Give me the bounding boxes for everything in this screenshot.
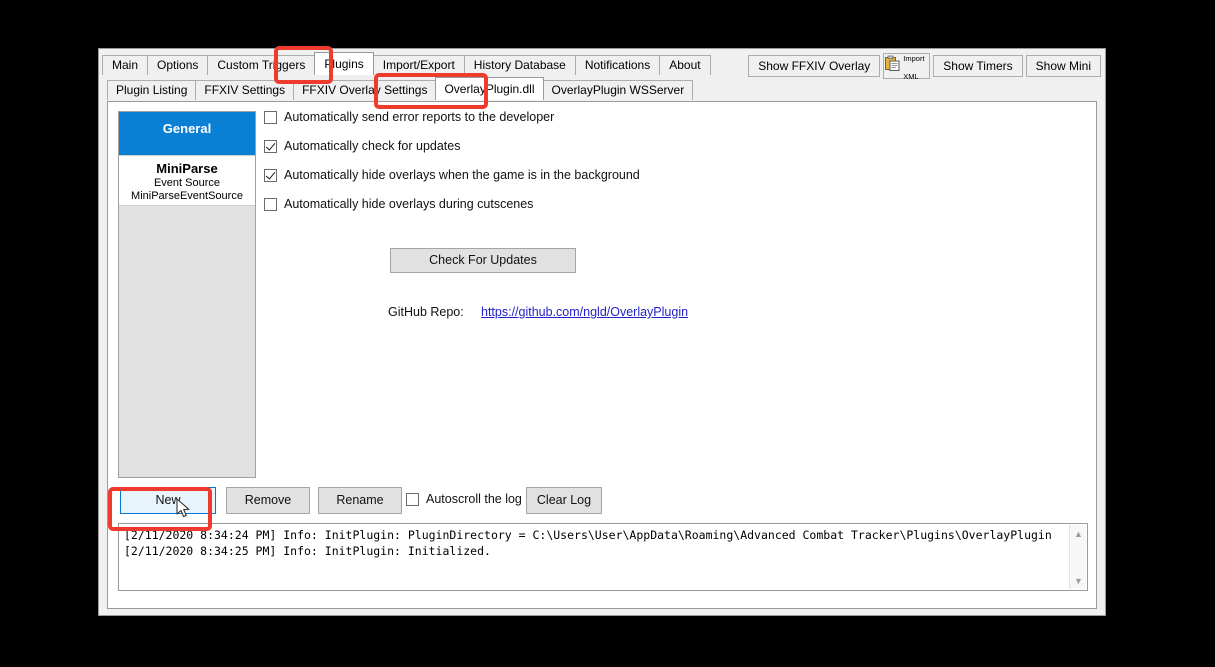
tab-notifications[interactable]: Notifications <box>574 55 661 75</box>
top-toolbar: Show FFXIV Overlay Import XML Show Timer… <box>748 53 1101 81</box>
tab-options[interactable]: Options <box>147 55 209 75</box>
import-xml-label: Import XML <box>903 48 929 84</box>
autoscroll-label: Autoscroll the log <box>426 492 522 506</box>
application-window: Main Options Custom Triggers Plugins Imp… <box>98 48 1106 616</box>
checkbox-autoscroll-log[interactable] <box>406 492 419 506</box>
subtab-overlayplugin-wsserver[interactable]: OverlayPlugin WSServer <box>542 80 694 100</box>
subtab-ffxiv-overlay-settings[interactable]: FFXIV Overlay Settings <box>293 80 437 100</box>
list-item-subtitle: Event Source <box>153 177 221 189</box>
list-item-title: MiniParse <box>156 161 218 176</box>
list-item-general[interactable]: General <box>119 112 255 156</box>
import-xml-label-line1: Import <box>903 54 925 63</box>
tab-history-database[interactable]: History Database <box>463 55 576 75</box>
checkbox-error-reports[interactable] <box>264 110 277 124</box>
import-xml-button[interactable]: Import XML <box>883 53 931 81</box>
check-for-updates-button[interactable]: Check For Updates <box>390 248 576 273</box>
subtab-overlayplugin-dll[interactable]: OverlayPlugin.dll <box>435 77 544 100</box>
setting-label: Automatically check for updates <box>284 139 461 153</box>
show-ffxiv-overlay-button[interactable]: Show FFXIV Overlay <box>748 55 881 77</box>
screen-root: Main Options Custom Triggers Plugins Imp… <box>0 0 1215 667</box>
autoscroll-row[interactable]: Autoscroll the log <box>406 492 522 506</box>
show-mini-button[interactable]: Show Mini <box>1025 55 1101 77</box>
setting-label: Automatically hide overlays during cutsc… <box>284 197 534 211</box>
checkbox-check-updates[interactable] <box>264 139 277 153</box>
plugin-subtabstrip: Plugin Listing FFXIV Settings FFXIV Over… <box>107 77 694 100</box>
setting-label: Automatically hide overlays when the gam… <box>284 168 640 182</box>
setting-error-reports[interactable]: Automatically send error reports to the … <box>264 108 1084 126</box>
general-settings-panel: Automatically send error reports to the … <box>264 108 1084 319</box>
tab-about[interactable]: About <box>659 55 711 75</box>
rename-button[interactable]: Rename <box>318 487 402 514</box>
setting-hide-overlays-background[interactable]: Automatically hide overlays when the gam… <box>264 166 1084 184</box>
log-line: [2/11/2020 8:34:25 PM] Info: InitPlugin:… <box>124 544 491 558</box>
checkbox-hide-overlays-cutscenes[interactable] <box>264 197 277 211</box>
log-output-box[interactable]: [2/11/2020 8:34:24 PM] Info: InitPlugin:… <box>118 523 1088 591</box>
setting-hide-overlays-cutscenes[interactable]: Automatically hide overlays during cutsc… <box>264 195 1084 213</box>
tab-import-export[interactable]: Import/Export <box>372 55 465 75</box>
plugin-instance-list[interactable]: General MiniParse Event Source MiniParse… <box>118 111 256 478</box>
list-item-miniparse[interactable]: MiniParse Event Source MiniParseEventSou… <box>119 156 255 206</box>
tab-plugins[interactable]: Plugins <box>314 52 374 75</box>
github-repo-row: GitHub Repo: https://github.com/ngld/Ove… <box>388 305 688 319</box>
checkbox-hide-overlays-background[interactable] <box>264 168 277 182</box>
setting-check-updates[interactable]: Automatically check for updates <box>264 137 1084 155</box>
tab-main[interactable]: Main <box>102 55 149 75</box>
scroll-down-icon[interactable]: ▼ <box>1070 572 1087 589</box>
remove-button[interactable]: Remove <box>226 487 310 514</box>
clear-log-button[interactable]: Clear Log <box>526 487 602 514</box>
show-timers-button[interactable]: Show Timers <box>933 55 1023 77</box>
new-button[interactable]: New <box>120 487 216 514</box>
plugin-actions-bar: New Remove Rename Autoscroll the log Cle… <box>118 487 1078 515</box>
list-item-title: General <box>162 121 212 136</box>
github-repo-link[interactable]: https://github.com/ngld/OverlayPlugin <box>481 305 688 319</box>
main-tab-list: Main Options Custom Triggers Plugins Imp… <box>102 52 711 75</box>
github-repo-label: GitHub Repo: <box>388 305 464 319</box>
clipboard-paste-icon <box>884 55 901 77</box>
log-line: [2/11/2020 8:34:24 PM] Info: InitPlugin:… <box>124 528 1052 542</box>
subtab-ffxiv-settings[interactable]: FFXIV Settings <box>195 80 295 100</box>
scroll-up-icon[interactable]: ▲ <box>1070 525 1087 542</box>
subtab-plugin-listing[interactable]: Plugin Listing <box>107 80 197 100</box>
import-xml-label-line2: XML <box>903 72 919 81</box>
plugin-settings-page: General MiniParse Event Source MiniParse… <box>107 101 1097 609</box>
setting-label: Automatically send error reports to the … <box>284 110 555 124</box>
list-item-detail: MiniParseEventSource <box>131 190 243 202</box>
log-scrollbar[interactable]: ▲ ▼ <box>1069 525 1086 589</box>
tab-custom-triggers[interactable]: Custom Triggers <box>207 55 316 75</box>
